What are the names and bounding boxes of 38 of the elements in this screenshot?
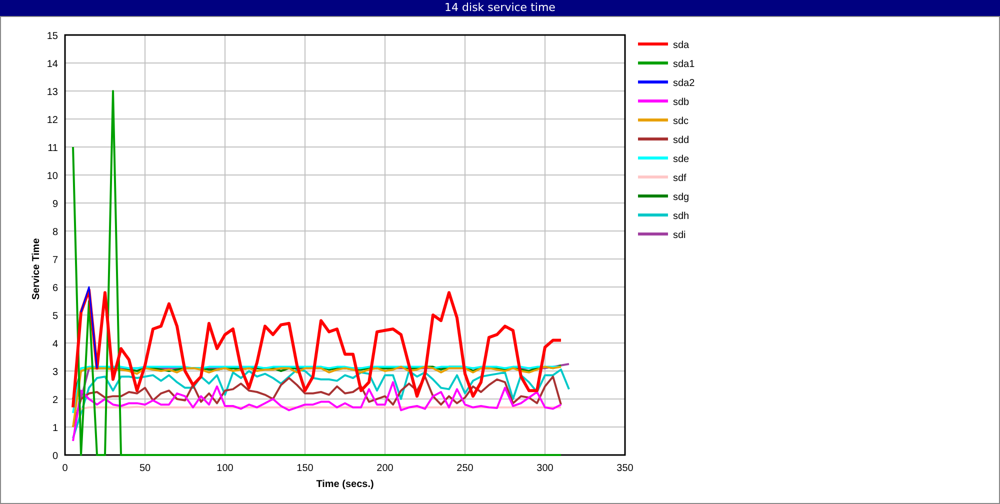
tick-label: 12 xyxy=(46,115,58,126)
tick-label: 14 xyxy=(46,59,58,70)
tick-label: 13 xyxy=(46,87,58,98)
tick-label: 3 xyxy=(52,367,58,378)
legend-label: sdi xyxy=(673,230,686,241)
tick-label: 2 xyxy=(52,395,58,406)
legend-label: sdb xyxy=(673,97,690,108)
tick-label: 7 xyxy=(52,255,58,266)
tick-label: 150 xyxy=(296,463,314,474)
legend-label: sde xyxy=(673,154,690,165)
legend-label: sdh xyxy=(673,211,690,222)
legend-label: sdg xyxy=(673,192,690,203)
legend-label: sda1 xyxy=(673,59,695,70)
x-axis-label: Time (secs.) xyxy=(316,479,374,490)
legend-label: sda xyxy=(673,40,690,51)
window-title: 14 disk service time xyxy=(0,0,1000,16)
tick-label: 11 xyxy=(48,143,58,154)
tick-label: 1 xyxy=(52,423,58,434)
legend-label: sdf xyxy=(673,173,686,184)
tick-label: 250 xyxy=(456,463,474,474)
tick-label: 9 xyxy=(52,199,58,210)
tick-label: 0 xyxy=(62,463,68,474)
tick-label: 50 xyxy=(139,463,151,474)
tick-label: 4 xyxy=(52,339,58,350)
tick-label: 10 xyxy=(46,171,58,182)
tick-label: 0 xyxy=(52,451,58,462)
legend-label: sdd xyxy=(673,135,690,146)
y-axis-label: Service Time xyxy=(31,238,42,300)
tick-label: 200 xyxy=(376,463,394,474)
tick-label: 350 xyxy=(616,463,634,474)
legend-label: sdc xyxy=(673,116,689,127)
legend-label: sda2 xyxy=(673,78,695,89)
tick-label: 15 xyxy=(46,31,58,42)
tick-label: 100 xyxy=(216,463,234,474)
tick-label: 300 xyxy=(536,463,554,474)
tick-label: 6 xyxy=(52,283,58,294)
tick-label: 8 xyxy=(52,227,58,238)
tick-label: 5 xyxy=(52,311,58,322)
